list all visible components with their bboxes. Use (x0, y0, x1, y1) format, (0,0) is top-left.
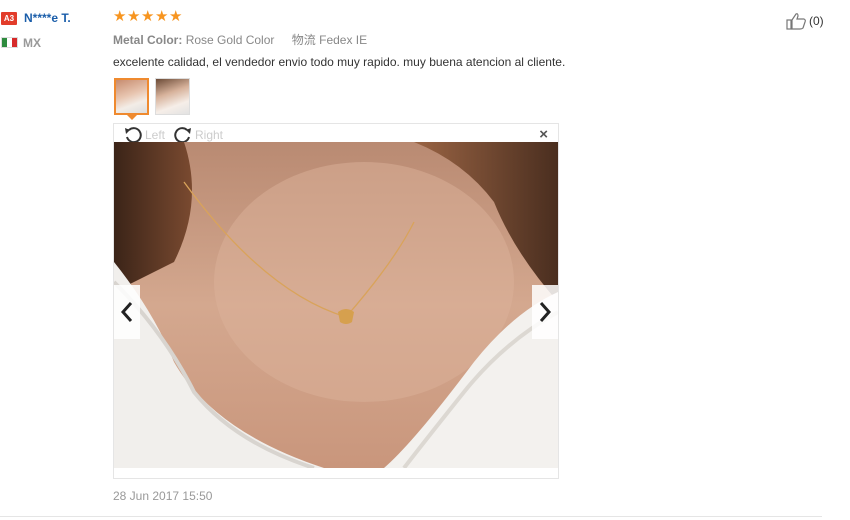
star-icon: ★ (155, 8, 169, 25)
review-divider (0, 516, 822, 517)
rating-stars: ★ ★ ★ ★ ★ (113, 8, 183, 25)
star-icon: ★ (141, 8, 155, 25)
review-date: 28 Jun 2017 15:50 (113, 489, 213, 503)
shipping-label: 物流 (291, 33, 316, 47)
photo-illustration (114, 142, 558, 468)
reviewer-name: N****e T. (24, 11, 71, 25)
reviewer-level-badge: A3 (1, 12, 17, 25)
reviewer-country: MX (23, 36, 41, 50)
thumbs-up-icon (786, 13, 806, 30)
star-icon: ★ (127, 8, 141, 25)
helpful-button[interactable]: (0) (786, 12, 824, 30)
next-photo-button[interactable] (532, 285, 558, 339)
photo-viewer: Left Right × (113, 123, 559, 479)
selected-thumbnail-indicator (127, 115, 137, 120)
helpful-count: (0) (809, 14, 824, 28)
rotate-left-label: Left (145, 128, 166, 142)
metal-color-label: Metal Color: (113, 33, 183, 47)
review-photo (114, 142, 558, 468)
rotate-right-label: Right (195, 128, 224, 142)
star-icon: ★ (113, 8, 127, 25)
country-flag-icon (1, 37, 18, 48)
review-text: excelente calidad, el vendedor envio tod… (113, 55, 566, 69)
metal-color-value: Rose Gold Color (185, 33, 275, 47)
review-photo-thumbnail[interactable] (114, 78, 149, 115)
close-viewer-button[interactable]: × (539, 126, 548, 143)
star-icon: ★ (169, 8, 183, 25)
order-attributes: Metal Color: Rose Gold Color 物流 Fedex IE (113, 31, 367, 48)
chevron-right-icon (539, 302, 552, 322)
review-photo-thumbnail[interactable] (155, 78, 190, 115)
chevron-left-icon (120, 302, 133, 322)
shipping-value: Fedex IE (319, 33, 368, 47)
previous-photo-button[interactable] (114, 285, 140, 339)
